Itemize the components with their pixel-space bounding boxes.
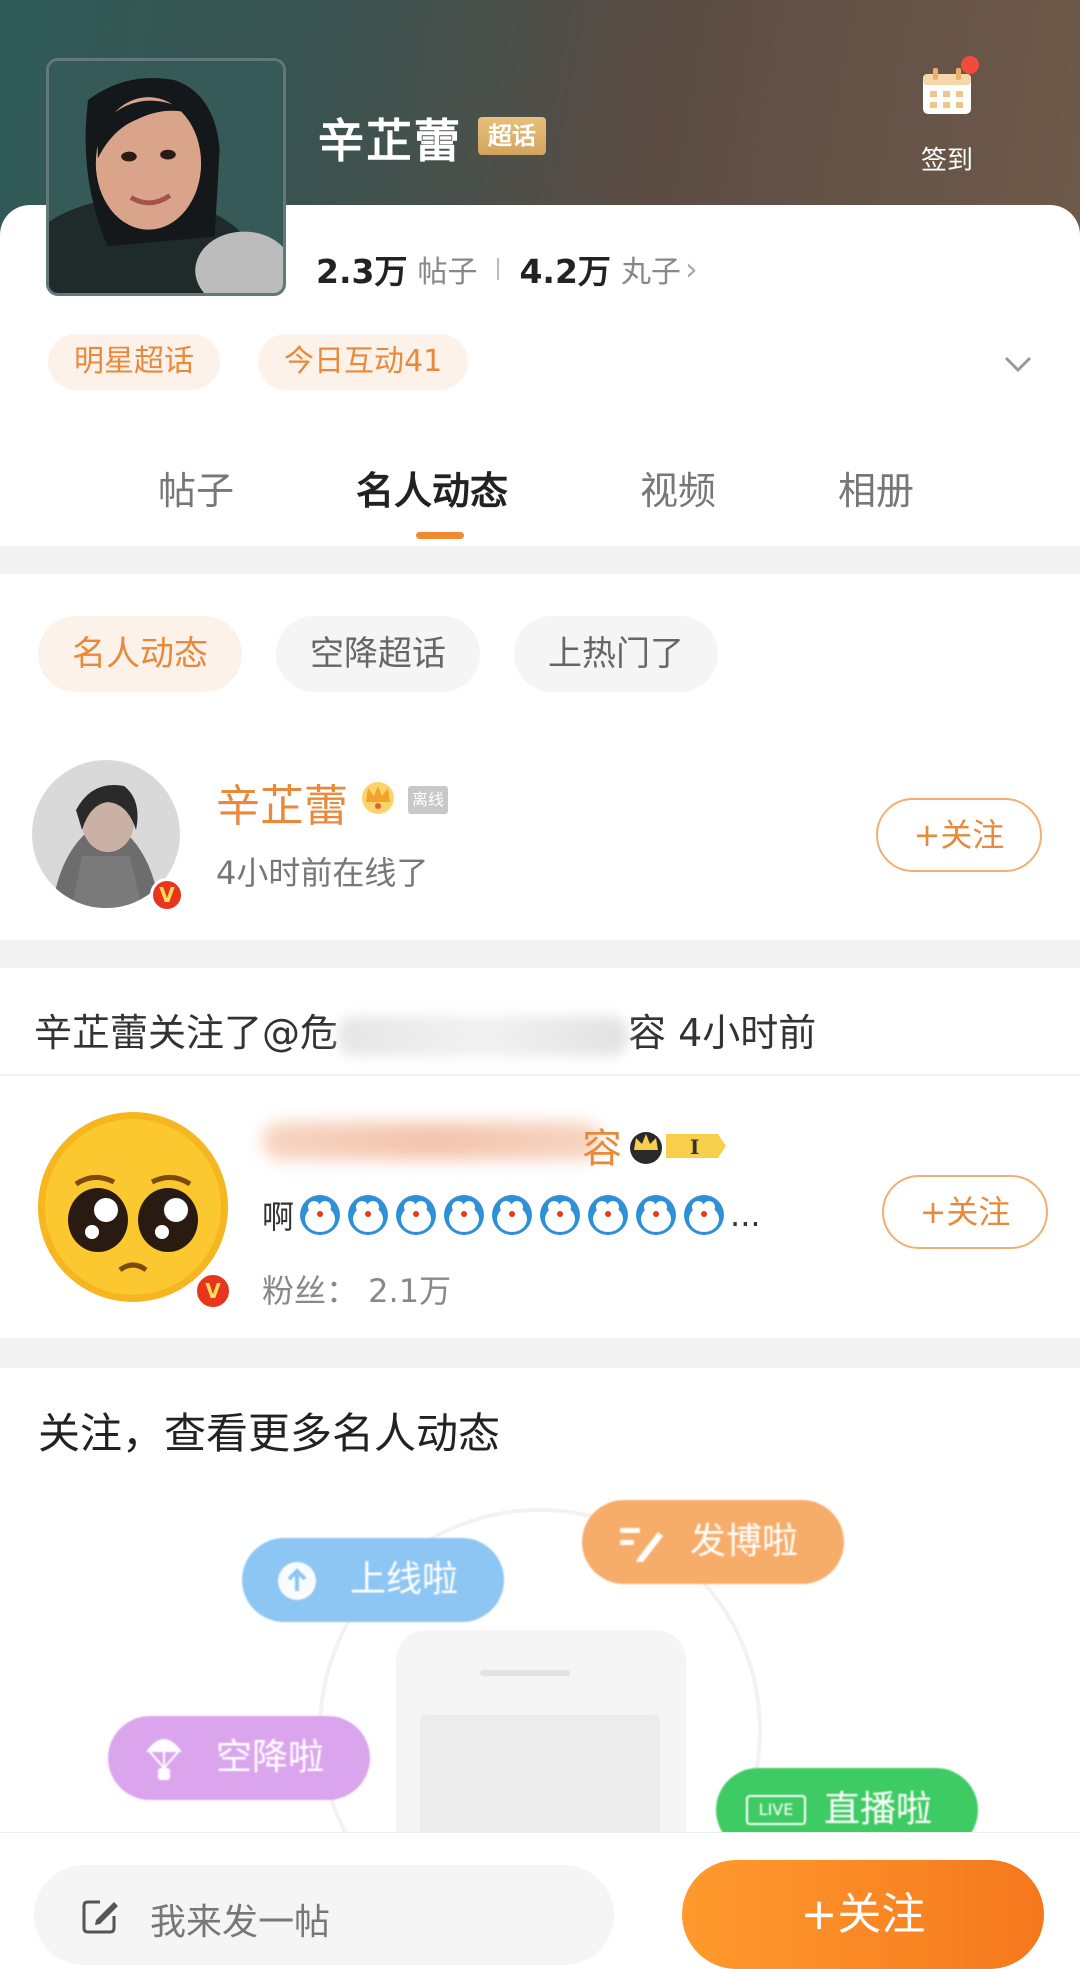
blurred-user-name[interactable]: 容 bbox=[262, 1118, 622, 1172]
post-chip: 发博啦 bbox=[582, 1500, 845, 1584]
section-divider bbox=[0, 940, 1080, 968]
tab-albums[interactable]: 相册 bbox=[838, 460, 914, 515]
live-chip-label: 直播啦 bbox=[824, 1789, 933, 1830]
topic-cover-photo[interactable] bbox=[46, 58, 286, 296]
tab-videos[interactable]: 视频 bbox=[640, 460, 716, 515]
tab-posts[interactable]: 帖子 bbox=[158, 460, 234, 515]
topic-title: 辛芷蕾 bbox=[318, 114, 462, 168]
crown-icon bbox=[362, 782, 394, 814]
verified-badge-icon: V bbox=[150, 878, 184, 912]
follow-celebrity-button[interactable]: +关注 bbox=[876, 798, 1042, 872]
tab-bar: 帖子 名人动态 视频 相册 bbox=[0, 460, 1080, 540]
activity-text: 辛芷蕾关注了@危 容 4小时前 bbox=[34, 1002, 816, 1057]
tab-celebrity-updates[interactable]: 名人动态 bbox=[356, 460, 508, 515]
celebrity-name[interactable]: 辛芷蕾 bbox=[216, 770, 348, 834]
checkin-label: 签到 bbox=[920, 146, 973, 176]
verified-badge-icon: V bbox=[194, 1272, 232, 1310]
parachute-icon bbox=[146, 1739, 182, 1780]
offline-status-tag: 离线 bbox=[408, 786, 449, 814]
edit-icon bbox=[620, 1528, 663, 1562]
user-latest-post[interactable]: 啊 ... bbox=[262, 1192, 761, 1238]
doraemon-emoji-icon bbox=[444, 1195, 485, 1235]
compose-icon bbox=[82, 1900, 118, 1934]
last-online-text: 4小时前在线了 bbox=[216, 854, 429, 892]
filter-trending[interactable]: 上热门了 bbox=[514, 616, 718, 692]
doraemon-emoji-icon bbox=[300, 1195, 341, 1235]
star-topic-pill[interactable]: 明星超话 bbox=[48, 334, 220, 390]
post-chip-label: 发博啦 bbox=[690, 1521, 799, 1562]
airdrop-chip: 空降啦 bbox=[108, 1716, 371, 1800]
stats-separator bbox=[497, 258, 500, 280]
airdrop-chip-label: 空降啦 bbox=[216, 1737, 325, 1778]
section-divider bbox=[0, 1338, 1080, 1368]
super-topic-badge: 超话 bbox=[478, 117, 546, 155]
filter-airdrop-topic[interactable]: 空降超话 bbox=[276, 616, 480, 692]
section-divider bbox=[0, 546, 1080, 574]
activity-suffix: 容 4小时前 bbox=[628, 1011, 817, 1055]
live-badge-icon: LIVE bbox=[746, 1795, 806, 1825]
active-tab-indicator bbox=[416, 532, 464, 539]
doraemon-emoji-icon bbox=[684, 1195, 725, 1235]
doraemon-emoji-icon bbox=[348, 1195, 389, 1235]
doraemon-emoji-icon bbox=[396, 1195, 437, 1235]
checkin-button[interactable]: 签到 bbox=[903, 50, 991, 190]
online-chip-label: 上线啦 bbox=[350, 1559, 459, 1600]
doraemon-emoji-icon bbox=[492, 1195, 533, 1235]
notification-dot bbox=[961, 56, 979, 74]
post-prefix: 啊 bbox=[262, 1198, 295, 1236]
chevron-right-icon: › bbox=[684, 250, 698, 288]
calendar-icon bbox=[919, 56, 979, 120]
posts-count: 2.3万 bbox=[316, 252, 408, 291]
follow-user-button[interactable]: +关注 bbox=[882, 1175, 1048, 1249]
blur-overlay bbox=[262, 1122, 602, 1160]
follow-prompt-text: 关注，查看更多名人动态 bbox=[38, 1409, 501, 1458]
doraemon-emoji-icon bbox=[588, 1195, 629, 1235]
topic-stats[interactable]: 2.3万 帖子 4.2万 丸子 › bbox=[316, 245, 698, 293]
doraemon-emoji-icon bbox=[540, 1195, 581, 1235]
row-divider bbox=[0, 1074, 1080, 1076]
follow-topic-button[interactable]: +关注 bbox=[682, 1860, 1044, 1969]
post-ellipsis: ... bbox=[730, 1196, 761, 1234]
points-unit: 丸子 bbox=[620, 255, 681, 290]
arrow-up-icon bbox=[278, 1562, 316, 1600]
today-interaction-pill[interactable]: 今日互动41 bbox=[258, 334, 469, 390]
fans-count: 粉丝： 2.1万 bbox=[262, 1272, 452, 1310]
activity-prefix: 辛芷蕾关注了@危 bbox=[34, 1011, 339, 1055]
doraemon-emoji-icon bbox=[636, 1195, 677, 1235]
compose-placeholder: 我来发一帖 bbox=[150, 1902, 331, 1943]
posts-unit: 帖子 bbox=[417, 255, 478, 290]
user-name-tail: 容 bbox=[582, 1126, 622, 1172]
online-chip: 上线啦 bbox=[242, 1538, 505, 1622]
points-count: 4.2万 bbox=[519, 252, 611, 291]
member-level-text: I bbox=[690, 1135, 699, 1159]
member-level-badge: I bbox=[630, 1132, 726, 1164]
blurred-username bbox=[338, 1015, 629, 1056]
filter-celebrity-updates[interactable]: 名人动态 bbox=[38, 616, 242, 692]
chevron-down-icon[interactable] bbox=[1002, 348, 1034, 380]
